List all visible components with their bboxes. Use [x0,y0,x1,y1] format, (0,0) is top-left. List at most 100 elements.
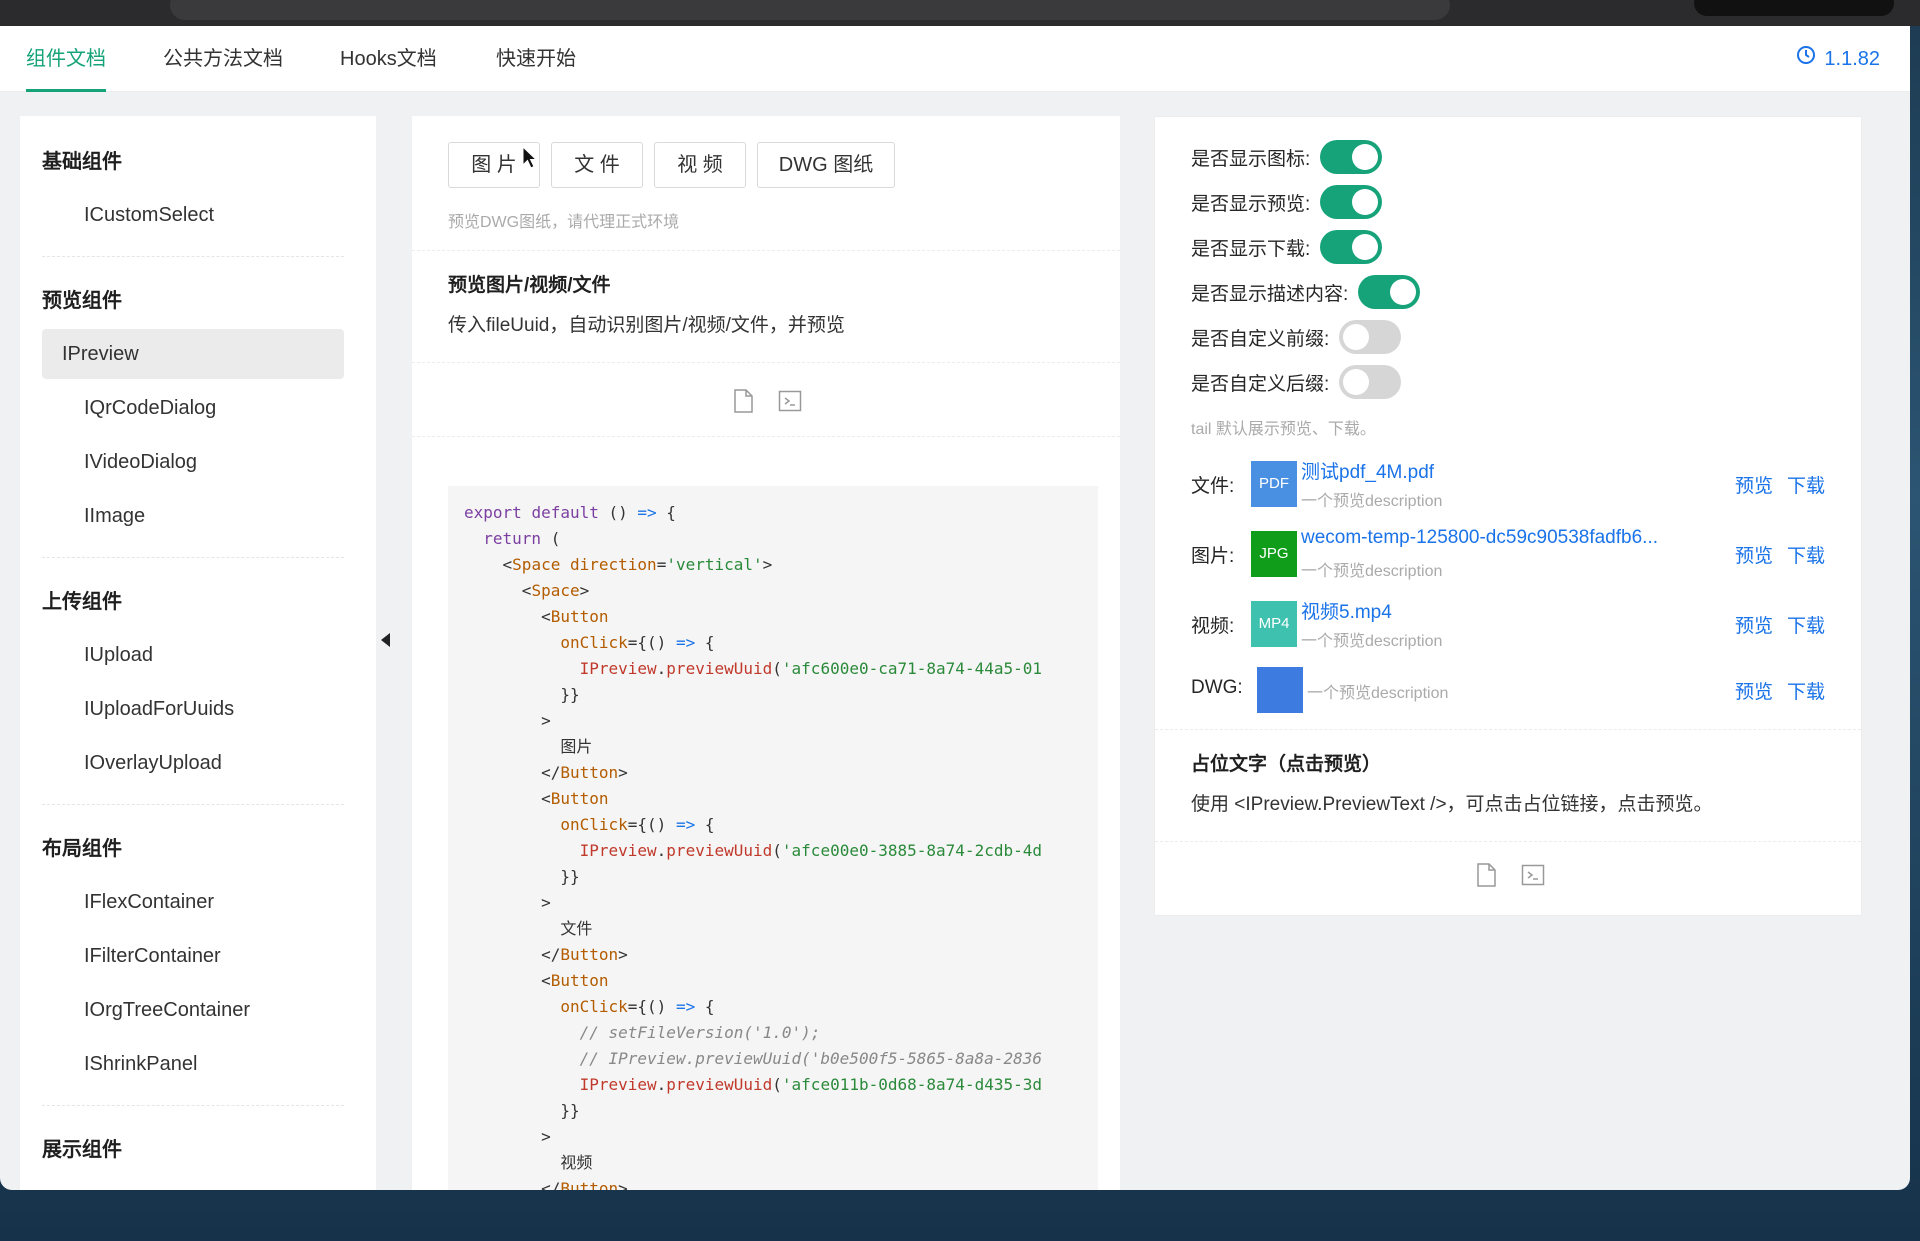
placeholder-title: 占位文字（点击预览） [1191,754,1382,775]
show-download-toggle[interactable] [1320,230,1383,264]
toggle-row-show-icon: 是否显示图标: [1191,139,1383,175]
file-row-pdf: 文件: PDF 测试pdf_4M.pdf 一个预览description 预览 … [1191,457,1831,513]
file-button[interactable]: 文 件 [551,142,643,188]
code-line: IPreview.previewUuid('afce011b-0d68-8a74… [579,1075,1042,1094]
file-description: 一个预览description [1301,493,1443,510]
code-line: // IPreview.previewUuid('b0e500f5-5865-8… [464,1049,1042,1068]
code-line: <Button [464,607,609,626]
sidebar-item-ifiltercontainer[interactable]: IFilterContainer [42,931,344,981]
sidebar-item-iflexcontainer[interactable]: IFlexContainer [42,877,344,927]
sidebar-group-basic: 基础组件 [42,151,122,173]
preview-link[interactable]: 预览 [1735,471,1773,498]
file-row-dwg: DWG: 一个预览description 预览 下载 [1191,663,1831,719]
toggle-label: 是否显示预览: [1191,193,1311,215]
download-link[interactable]: 下载 [1787,677,1825,704]
sidebar-divider [42,804,344,805]
demo-card-file-list: 是否显示图标: 是否显示预览: 是否显示下载: 是否显示描述内容: 是否自定义前… [1154,116,1862,916]
code-block[interactable]: export default () => { return ( <Space d… [448,486,1098,1190]
section-divider [412,362,1120,363]
code-line: <Space> [464,581,590,600]
sidebar: 基础组件 ICustomSelect 预览组件 IPreview IQrCode… [20,116,376,1190]
app-window: 组件文档 公共方法文档 Hooks文档 快速开始 1.1.82 基础组件 ICu… [0,26,1910,1190]
jpg-thumbnail-icon: JPG [1251,531,1297,577]
section-divider [1155,841,1861,842]
code-icon[interactable] [1521,864,1545,891]
tab-component-docs[interactable]: 组件文档 [26,26,106,92]
sidebar-item-ishrinkpanel[interactable]: IShrinkPanel [42,1039,344,1089]
code-icon[interactable] [778,390,802,417]
sidebar-item-iuploadforuuids[interactable]: IUploadForUuids [42,684,344,734]
sidebar-group-preview: 预览组件 [42,290,122,312]
sidebar-collapse-icon[interactable] [381,633,390,647]
sidebar-item-icustomselect[interactable]: ICustomSelect [42,190,344,240]
tail-hint: tail 默认展示预览、下载。 [1191,421,1376,438]
file-row-mp4: 视频: MP4 视频5.mp4 一个预览description 预览 下载 [1191,597,1831,653]
sidebar-group-upload: 上传组件 [42,591,122,613]
sidebar-item-iqrcodedialog[interactable]: IQrCodeDialog [42,383,344,433]
file-icon[interactable] [1475,863,1497,892]
top-nav: 组件文档 公共方法文档 Hooks文档 快速开始 1.1.82 [0,26,1910,92]
custom-prefix-toggle[interactable] [1339,320,1402,354]
sidebar-divider [42,256,344,257]
history-icon [1796,26,1816,92]
download-link[interactable]: 下载 [1787,611,1825,638]
download-link[interactable]: 下载 [1787,541,1825,568]
code-line: > [464,1127,551,1146]
dwg-button[interactable]: DWG 图纸 [757,142,895,188]
file-name-link[interactable]: 视频5.mp4 [1301,597,1392,624]
code-line: > [464,893,551,912]
toggle-label: 是否自定义前缀: [1191,328,1330,350]
code-line: <Space direction='vertical'> [464,555,773,574]
sidebar-item-iorgtreecontainer[interactable]: IOrgTreeContainer [42,985,344,1035]
code-line: IPreview.previewUuid('afc600e0-ca71-8a74… [579,659,1042,678]
sidebar-item-ioverlayupload[interactable]: IOverlayUpload [42,738,344,788]
code-line: }} [464,1101,580,1120]
code-line: // setFileVersion('1.0'); [464,1023,821,1042]
sidebar-item-iupload[interactable]: IUpload [42,630,344,680]
section-divider [1155,729,1861,730]
code-line: 图片 [464,737,593,756]
sidebar-group-layout: 布局组件 [42,838,122,860]
code-line: onClick={() => { [560,997,715,1016]
file-row-label: 图片: [1191,546,1235,567]
code-line: <Button [464,971,609,990]
file-name-link[interactable]: wecom-temp-125800-dc59c90538fadfb6... [1301,527,1658,549]
preview-link[interactable]: 预览 [1735,611,1773,638]
tab-common-methods[interactable]: 公共方法文档 [163,26,283,92]
code-line: 文件 [464,919,593,938]
video-button[interactable]: 视 频 [654,142,746,188]
tab-quick-start[interactable]: 快速开始 [496,26,576,92]
show-description-toggle[interactable] [1358,275,1421,309]
browser-profile-pill[interactable] [1694,0,1894,16]
address-bar[interactable] [170,0,1450,20]
tab-hooks-docs[interactable]: Hooks文档 [340,26,437,92]
version-indicator[interactable]: 1.1.82 [1796,26,1880,92]
dwg-thumbnail-icon [1257,667,1303,713]
file-description: 一个预览description [1307,685,1449,702]
preview-link[interactable]: 预览 [1735,677,1773,704]
sidebar-item-iimage[interactable]: IImage [42,491,344,541]
code-line: <Button [464,789,609,808]
sidebar-group-display: 展示组件 [42,1139,122,1161]
demo-title: 预览图片/视频/文件 [448,275,611,296]
custom-suffix-toggle[interactable] [1339,365,1402,399]
preview-link[interactable]: 预览 [1735,541,1773,568]
show-icon-toggle[interactable] [1320,140,1383,174]
toggle-row-custom-prefix: 是否自定义前缀: [1191,319,1402,355]
download-link[interactable]: 下载 [1787,471,1825,498]
sidebar-divider [42,1105,344,1106]
placeholder-description: 使用 <IPreview.PreviewText />，可点击占位链接，点击预览… [1191,794,1713,815]
file-icon[interactable] [732,389,754,418]
sidebar-item-ivideodialog[interactable]: IVideoDialog [42,437,344,487]
show-preview-toggle[interactable] [1320,185,1383,219]
code-line: </Button> [464,763,628,782]
browser-chrome [0,0,1920,26]
demo-description: 传入fileUuid，自动识别图片/视频/文件，并预览 [448,315,845,336]
file-row-label: 视频: [1191,616,1235,637]
section-divider [412,436,1120,437]
code-line: export default () => { [464,503,676,522]
sidebar-item-ipreview[interactable]: IPreview [42,329,344,379]
file-name-link[interactable]: 测试pdf_4M.pdf [1301,457,1434,484]
section-divider [412,250,1120,251]
code-line: </Button> [464,1179,628,1190]
